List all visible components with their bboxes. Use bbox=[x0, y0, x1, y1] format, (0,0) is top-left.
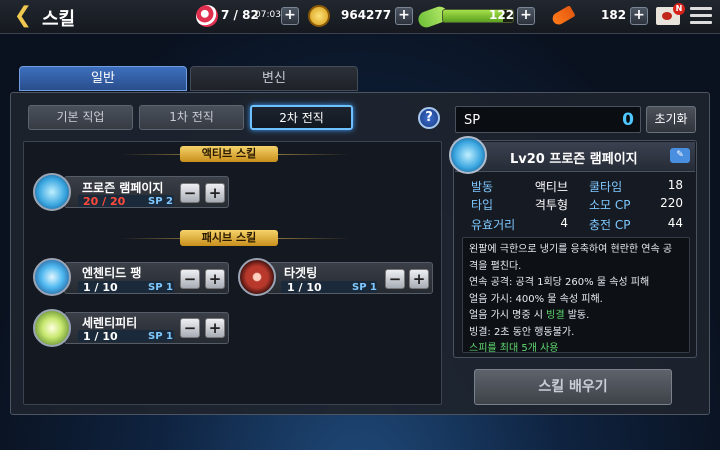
learn-skill-button[interactable]: 스킬 배우기 bbox=[474, 369, 672, 405]
tab-second-advancement[interactable]: 2차 전직 bbox=[250, 105, 353, 130]
description-line: 얼음 가시 명중 시 빙결 발동. bbox=[469, 310, 590, 321]
stat-value: 18 bbox=[667, 178, 683, 192]
skill-plus-button[interactable]: + bbox=[205, 269, 225, 289]
lollipop-ticket-icon bbox=[196, 5, 218, 27]
add-carrot-button[interactable]: + bbox=[630, 7, 648, 25]
stat-value: 220 bbox=[660, 196, 683, 210]
skill-minus-button[interactable]: − bbox=[385, 269, 405, 289]
page-title: 스킬 bbox=[42, 9, 76, 30]
skill-plus-button[interactable]: + bbox=[205, 183, 225, 203]
stat-label: 유효거리 bbox=[471, 218, 516, 232]
crosshair-target-icon[interactable] bbox=[238, 258, 276, 296]
skill-sp-cost: SP 2 bbox=[148, 196, 173, 207]
stat-label: 소모 CP bbox=[589, 198, 631, 212]
carrot-amount: 182 bbox=[601, 8, 627, 22]
skill-minus-button[interactable]: − bbox=[180, 269, 200, 289]
skill-plus-button[interactable]: + bbox=[205, 318, 225, 338]
sp-display: SP 0 bbox=[455, 106, 641, 133]
frozen-claw-icon[interactable] bbox=[33, 173, 71, 211]
sp-label: SP bbox=[464, 113, 481, 128]
gold-coin-icon bbox=[308, 5, 330, 27]
skill-name: 타겟팅 bbox=[284, 266, 318, 280]
help-button[interactable]: ? bbox=[418, 107, 440, 129]
description-line: 빙결: 2초 동안 행동불가. bbox=[469, 326, 575, 338]
skill-description: 왼팔에 극한으로 냉기를 응축하여 현란한 연속 공 격을 펼친다. 연속 공격… bbox=[462, 237, 690, 353]
tab-general[interactable]: 일반 bbox=[19, 66, 187, 91]
stat-value: 격투형 bbox=[534, 198, 568, 212]
add-stamina-button[interactable]: + bbox=[517, 7, 535, 25]
skill-minus-button[interactable]: − bbox=[180, 183, 200, 203]
active-skill-header: 액티브 스킬 bbox=[180, 146, 278, 162]
skill-name: 프로즌 램페이지 bbox=[82, 181, 164, 195]
tab-base-class[interactable]: 기본 직업 bbox=[28, 105, 133, 130]
stat-value: 44 bbox=[667, 216, 683, 230]
description-line: 왼팔에 극한으로 냉기를 응축하여 현란한 연속 공 bbox=[469, 244, 673, 255]
passive-skill-header: 패시브 스킬 bbox=[180, 230, 278, 246]
four-leaf-clover-icon[interactable] bbox=[33, 309, 71, 347]
skill-level: 1 / 10 bbox=[287, 281, 322, 294]
skill-name: 엔첸티드 팽 bbox=[82, 266, 142, 280]
add-ticket-button[interactable]: + bbox=[281, 7, 299, 25]
emphasis-text: 빙결 bbox=[546, 310, 565, 321]
skill-sp-cost: SP 1 bbox=[352, 282, 377, 293]
stat-value: 액티브 bbox=[534, 180, 568, 194]
description-line: 연속 공격: 공격 1회당 260% 물 속성 피해 bbox=[469, 277, 650, 288]
stat-label: 발동 bbox=[471, 180, 494, 194]
tab-first-advancement[interactable]: 1차 전직 bbox=[139, 105, 244, 130]
skill-level: 1 / 10 bbox=[83, 330, 118, 343]
skill-name: 세렌티피티 bbox=[82, 316, 138, 330]
gold-amount: 964277 bbox=[341, 8, 392, 22]
skill-level: 1 / 10 bbox=[83, 281, 118, 294]
skill-minus-button[interactable]: − bbox=[180, 318, 200, 338]
reset-button[interactable]: 초기화 bbox=[646, 106, 696, 133]
sp-value: 0 bbox=[622, 110, 634, 130]
description-line: 격을 펼친다. bbox=[469, 260, 522, 272]
skill-plus-button[interactable]: + bbox=[409, 269, 429, 289]
frozen-claw-icon bbox=[449, 136, 487, 174]
blue-crystal-icon[interactable] bbox=[33, 258, 71, 296]
ticket-timer: 07:03 bbox=[255, 10, 281, 20]
skill-level: 20 / 20 bbox=[83, 195, 126, 208]
stamina-value: 122 bbox=[489, 8, 515, 22]
stat-label: 타입 bbox=[471, 198, 494, 212]
ticket-count: 7 / 82 bbox=[221, 8, 259, 22]
stat-value: 4 bbox=[560, 216, 568, 230]
skill-detail-title: Lv20 프로즌 램페이지 bbox=[510, 152, 638, 167]
skill-sp-cost: SP 1 bbox=[148, 282, 173, 293]
back-button[interactable]: ❮ bbox=[8, 4, 38, 30]
stat-label: 쿨타임 bbox=[589, 180, 623, 194]
skill-sp-cost: SP 1 bbox=[148, 331, 173, 342]
description-line: 스피를 최대 5개 사용 bbox=[469, 343, 559, 353]
chat-bubble-icon[interactable]: ✎ bbox=[670, 148, 690, 163]
tab-transform[interactable]: 변신 bbox=[190, 66, 358, 91]
menu-icon[interactable] bbox=[690, 7, 712, 25]
description-line: 얼음 가시: 400% 물 속성 피해. bbox=[469, 293, 603, 305]
add-gold-button[interactable]: + bbox=[395, 7, 413, 25]
stat-label: 충전 CP bbox=[589, 218, 631, 232]
mail-new-badge: N bbox=[673, 3, 685, 15]
